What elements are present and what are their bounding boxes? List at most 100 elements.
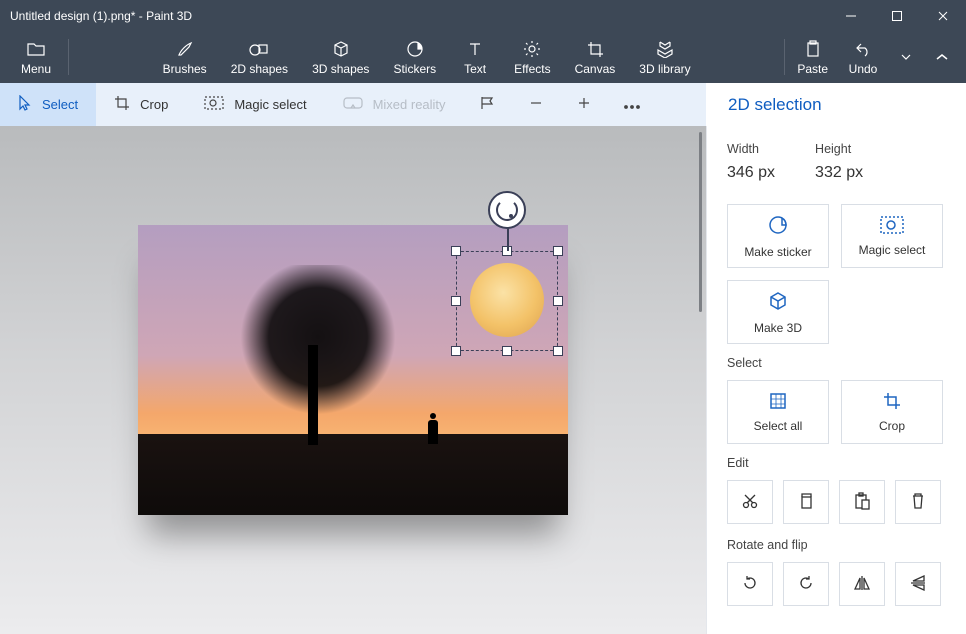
- rotate-ccw-icon: [741, 574, 759, 595]
- flip-h-icon: [853, 575, 871, 594]
- tree-silhouette: [308, 345, 318, 445]
- make-3d-label: Make 3D: [754, 321, 802, 335]
- select-tool[interactable]: Select: [0, 83, 96, 126]
- crop-label: Crop: [140, 97, 168, 112]
- select-all-icon: [769, 392, 787, 413]
- 3d-shapes-tab[interactable]: 3D shapes: [302, 38, 379, 76]
- 3d-library-tab[interactable]: 3D library: [629, 38, 700, 76]
- plus-icon: [577, 96, 591, 113]
- 2d-shapes-label: 2D shapes: [231, 62, 288, 76]
- magic-select-icon: [880, 216, 904, 237]
- crop-icon: [883, 392, 901, 413]
- rotate-cw-button[interactable]: [783, 562, 829, 606]
- paste-button[interactable]: Paste: [787, 38, 838, 76]
- cursor-icon: [18, 95, 32, 114]
- more-button[interactable]: [608, 83, 656, 126]
- stickers-label: Stickers: [393, 62, 436, 76]
- cut-button[interactable]: [727, 480, 773, 524]
- menu-label: Menu: [21, 62, 51, 76]
- effects-tab[interactable]: Effects: [504, 38, 560, 76]
- magic-select-label: Magic select: [234, 97, 306, 112]
- paste-icon: [854, 492, 870, 513]
- rotate-cw-icon: [797, 574, 815, 595]
- sticker-icon: [767, 214, 789, 239]
- paste-icon: [805, 38, 821, 60]
- make-sticker-label: Make sticker: [744, 245, 811, 259]
- height-value[interactable]: 332 px: [815, 164, 863, 182]
- rotate-handle[interactable]: [488, 191, 526, 229]
- make-3d-button[interactable]: Make 3D: [727, 280, 829, 344]
- history-dropdown[interactable]: [888, 54, 924, 60]
- library-icon: [655, 38, 675, 60]
- text-label: Text: [464, 62, 486, 76]
- 3d-library-label: 3D library: [639, 62, 690, 76]
- canvas-scrollbar[interactable]: [699, 132, 702, 312]
- window-minimize-button[interactable]: [828, 0, 874, 31]
- side-panel: Width 346 px Height 332 px Make sticker …: [706, 126, 966, 634]
- cube-icon: [332, 38, 350, 60]
- collapse-ribbon-button[interactable]: [924, 53, 960, 61]
- minus-icon: [529, 96, 543, 113]
- undo-label: Undo: [849, 62, 878, 76]
- canvas-area[interactable]: [0, 126, 706, 634]
- selection-bounds[interactable]: [456, 251, 558, 351]
- flip-v-icon: [910, 574, 926, 595]
- make-sticker-button[interactable]: Make sticker: [727, 204, 829, 268]
- person-silhouette: [428, 420, 438, 444]
- width-value[interactable]: 346 px: [727, 164, 775, 182]
- paste-label: Paste: [797, 62, 828, 76]
- delete-button[interactable]: [895, 480, 941, 524]
- copy-icon: [798, 492, 814, 513]
- 3d-shapes-label: 3D shapes: [312, 62, 369, 76]
- separator: [784, 39, 785, 75]
- text-tab[interactable]: Text: [450, 38, 500, 76]
- resize-handle-s[interactable]: [502, 346, 512, 356]
- width-label: Width: [727, 142, 775, 156]
- flip-vertical-button[interactable]: [895, 562, 941, 606]
- undo-button[interactable]: Undo: [838, 38, 888, 76]
- title-bar: Untitled design (1).png* - Paint 3D: [0, 0, 966, 31]
- crop-label: Crop: [879, 419, 905, 433]
- menu-button[interactable]: Menu: [6, 31, 66, 83]
- stickers-tab[interactable]: Stickers: [383, 38, 446, 76]
- resize-handle-sw[interactable]: [451, 346, 461, 356]
- secondary-toolbar: Select Crop Magic select Mixed reality 2…: [0, 83, 966, 126]
- sticker-icon: [406, 38, 424, 60]
- rotate-flip-section-label: Rotate and flip: [727, 538, 946, 552]
- resize-handle-se[interactable]: [553, 346, 563, 356]
- brushes-tab[interactable]: Brushes: [153, 38, 217, 76]
- crop-icon: [586, 38, 604, 60]
- paste-button[interactable]: [839, 480, 885, 524]
- crop-tool[interactable]: Crop: [96, 83, 186, 126]
- rotate-ccw-button[interactable]: [727, 562, 773, 606]
- 2d-shapes-tab[interactable]: 2D shapes: [221, 38, 298, 76]
- select-all-button[interactable]: Select all: [727, 380, 829, 444]
- ellipsis-icon: [624, 97, 640, 112]
- window-title: Untitled design (1).png* - Paint 3D: [10, 9, 192, 23]
- mixed-reality-tool: Mixed reality: [325, 83, 464, 126]
- resize-handle-w[interactable]: [451, 296, 461, 306]
- crop-button[interactable]: Crop: [841, 380, 943, 444]
- flip-horizontal-button[interactable]: [839, 562, 885, 606]
- trash-icon: [911, 492, 925, 513]
- cube-icon: [767, 290, 789, 315]
- window-maximize-button[interactable]: [874, 0, 920, 31]
- brush-icon: [176, 38, 194, 60]
- resize-handle-ne[interactable]: [553, 246, 563, 256]
- canvas-label: Canvas: [575, 62, 616, 76]
- window-close-button[interactable]: [920, 0, 966, 31]
- zoom-out-button[interactable]: [512, 83, 560, 126]
- undo-icon: [854, 38, 872, 60]
- magic-select-label: Magic select: [859, 243, 926, 257]
- canvas-image[interactable]: [138, 225, 568, 515]
- resize-handle-e[interactable]: [553, 296, 563, 306]
- resize-handle-nw[interactable]: [451, 246, 461, 256]
- magic-select-tool[interactable]: Magic select: [186, 83, 324, 126]
- magic-select-button[interactable]: Magic select: [841, 204, 943, 268]
- canvas-tab[interactable]: Canvas: [565, 38, 626, 76]
- copy-button[interactable]: [783, 480, 829, 524]
- 3d-view-tool[interactable]: [464, 83, 512, 126]
- flag-icon: [480, 96, 496, 113]
- zoom-in-button[interactable]: [560, 83, 608, 126]
- select-section-label: Select: [727, 356, 946, 370]
